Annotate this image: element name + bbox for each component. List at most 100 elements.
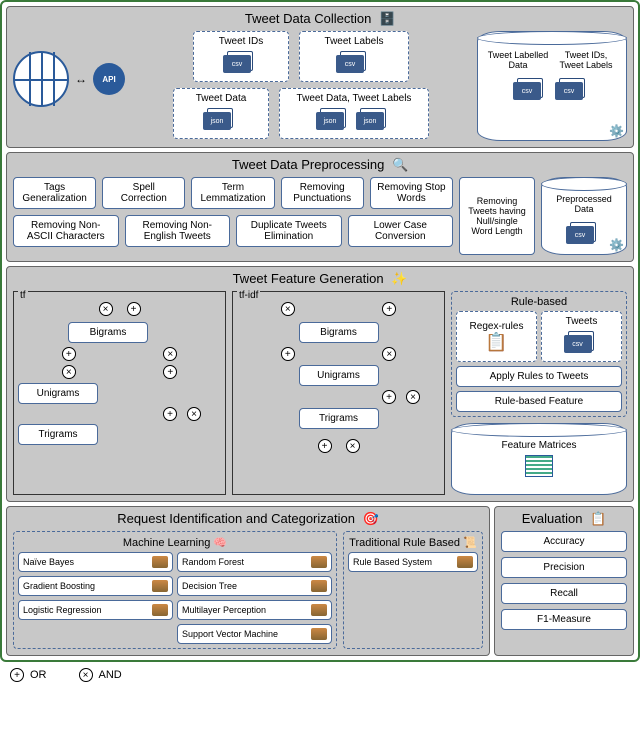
clipboard-icon: 📋 [590,511,606,526]
section-collection: Tweet Data Collection 🗄️ ↔ API Tweet IDs… [6,6,634,148]
rulebased-block: Rule-based Regex-rules 📋 Tweets Apply Ru… [451,291,627,417]
preprocessing-title: Tweet Data Preprocessing 🔍 [13,157,627,173]
brain-icon: 🧠 [213,537,227,549]
section-evaluation: Evaluation 📋 Accuracy Precision Recall F… [494,506,634,656]
algo-icon [457,556,473,568]
trad-item-label: Rule Based System [353,557,432,567]
ml-logistic-regression: Logistic Regression [18,600,173,620]
and-icon [187,407,201,421]
tf-bigrams: Bigrams [68,322,148,343]
box-tweet-ids: Tweet IDs [193,31,289,82]
api-gear-icon: API [93,63,125,95]
csv-icon [566,220,602,246]
algo-icon [152,556,168,568]
source-group: ↔ API [13,31,125,107]
algo-icon [311,556,327,568]
and-icon [62,365,76,379]
ml-lr-label: Logistic Regression [23,605,102,615]
feature-title: Tweet Feature Generation ✨ [13,271,627,287]
gear-small-icon: ⚙️ [609,238,624,252]
legend: OR AND [0,662,640,688]
scroll-icon: 📜 [463,537,477,549]
or-icon [382,390,396,404]
ml-rf-label: Random Forest [182,557,244,567]
box-tweet-labels: Tweet Labels [299,31,409,82]
target-icon: 🎯 [363,511,379,526]
tf-trigrams: Trigrams [18,424,98,445]
ml-subsection: Machine Learning 🧠 Naïve Bayes Random Fo… [13,531,337,649]
ml-naive-bayes: Naïve Bayes [18,552,173,572]
identification-title: Request Identification and Categorizatio… [13,511,483,527]
algo-icon [152,580,168,592]
ml-multilayer-perception: Multilayer Perception [177,600,332,620]
algo-icon [311,628,327,640]
box-tweet-data: Tweet Data [173,88,269,139]
tweet-data-label: Tweet Data [196,93,247,104]
collection-title: Tweet Data Collection 🗄️ [13,11,627,27]
db-labelled-data: Tweet Labelled Data Tweet IDs, Tweet Lab… [477,31,627,141]
csv-icon [336,49,372,75]
and-icon [406,390,420,404]
gear-small-icon: ⚙️ [609,124,624,138]
prep-tags-generalization: Tags Generalization [13,177,96,209]
tfidf-block: tf-idf Bigrams Unigrams Trigrams [232,291,445,495]
metric-precision: Precision [501,557,627,578]
db-preprocessed: Preprocessed Data ⚙️ [541,177,627,255]
section-identification: Request Identification and Categorizatio… [6,506,490,656]
csv-icon [555,76,591,102]
db-right-label: Tweet IDs, Tweet Labels [554,50,618,70]
prep-lower-case: Lower Case Conversion [348,215,454,247]
ml-svm-label: Support Vector Machine [182,629,278,639]
tfidf-bigrams: Bigrams [299,322,379,343]
prep-removing-null-single: Removing Tweets having Null/single Word … [459,177,535,255]
and-icon [346,439,360,453]
globe-icon [13,51,69,107]
and-icon [79,668,93,682]
section-feature: Tweet Feature Generation ✨ tf Bigrams [6,266,634,502]
and-icon [163,347,177,361]
trad-title-text: Traditional Rule Based [349,537,460,549]
or-icon [163,365,177,379]
and-icon [281,302,295,316]
tweets-label: Tweets [566,316,598,327]
tf-unigrams: Unigrams [18,383,98,404]
box-tweet-data-labels: Tweet Data, Tweet Labels [279,88,429,139]
or-icon [10,668,24,682]
arrow-icon: ↔ [75,72,87,86]
evaluation-title-text: Evaluation [522,511,583,526]
tweet-data-labels-label: Tweet Data, Tweet Labels [297,93,412,104]
or-icon [382,302,396,316]
and-icon [99,302,113,316]
algo-icon [311,604,327,616]
ml-random-forest: Random Forest [177,552,332,572]
tfidf-unigrams: Unigrams [299,365,379,386]
api-label: API [102,75,115,84]
tweet-ids-label: Tweet IDs [219,36,263,47]
ml-title-text: Machine Learning [123,537,210,549]
or-icon [281,347,295,361]
tf-block: tf Bigrams Unigrams [13,291,226,495]
collection-title-text: Tweet Data Collection [245,11,371,26]
rulebased-title: Rule-based [456,296,622,308]
metric-recall: Recall [501,583,627,604]
diagram-outer: Tweet Data Collection 🗄️ ↔ API Tweet IDs… [0,0,640,662]
feature-matrices-label: Feature Matrices [460,440,618,451]
sparkle-icon: ✨ [391,271,407,286]
tweet-labels-label: Tweet Labels [325,36,384,47]
servers-icon: 🗄️ [379,11,395,26]
or-icon [127,302,141,316]
and-icon [382,347,396,361]
ml-mlp-label: Multilayer Perception [182,605,266,615]
trad-subsection: Traditional Rule Based 📜 Rule Based Syst… [343,531,483,649]
magnifier-icon: 🔍 [392,157,408,172]
prep-removing-non-english: Removing Non-English Tweets [125,215,231,247]
box-regex-rules: Regex-rules 📋 [456,311,537,362]
matrix-icon [525,455,553,477]
prep-removing-stop-words: Removing Stop Words [370,177,453,209]
identification-title-text: Request Identification and Categorizatio… [117,511,355,526]
rulebased-feature-box: Rule-based Feature [456,391,622,412]
ml-title: Machine Learning 🧠 [18,536,332,549]
trad-title: Traditional Rule Based 📜 [348,536,478,549]
legend-and-label: AND [99,669,122,681]
prep-removing-non-ascii: Removing Non-ASCII Characters [13,215,119,247]
